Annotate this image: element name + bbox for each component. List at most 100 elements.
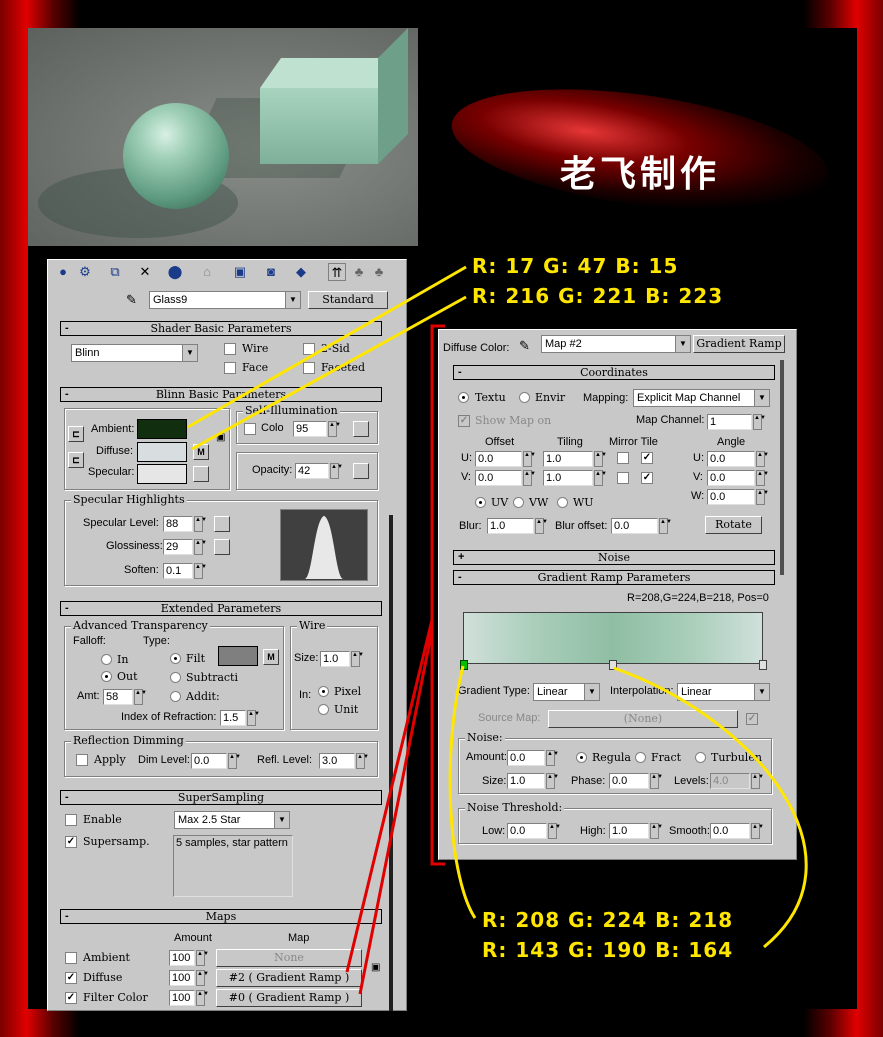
amount-value[interactable]: 58 [103, 689, 133, 705]
show-end-result-icon[interactable]: ◆ [292, 263, 310, 281]
type-filter-radio[interactable] [170, 653, 181, 664]
wire-size-value[interactable]: 1.0 [320, 651, 350, 667]
reset-icon[interactable]: ✕ [136, 263, 154, 281]
noise-amount-spinner[interactable]: ▲▼ [546, 750, 559, 766]
rotate-button[interactable]: Rotate [705, 516, 762, 534]
make-unique-icon[interactable]: ⬤ [166, 263, 184, 281]
material-type-button[interactable]: Standard [308, 291, 388, 309]
supersamp-checkbox[interactable]: ✓ [65, 836, 77, 848]
put-to-scene-icon[interactable]: ⚙ [76, 263, 94, 281]
maps-header[interactable]: - Maps [60, 909, 382, 924]
gradient-ramp-header[interactable]: - Gradient Ramp Parameters [453, 570, 775, 585]
glossiness-spinner[interactable]: ▲▼ [194, 539, 207, 555]
soften-value[interactable]: 0.1 [163, 563, 193, 579]
wire-size-spinner[interactable]: ▲▼ [351, 651, 364, 667]
map-row-spinner[interactable]: ▲▼ [196, 990, 209, 1006]
wire-pixels-radio[interactable] [318, 686, 329, 697]
noise-header[interactable]: + Noise [453, 550, 775, 565]
opacity-spinner[interactable]: ▲▼ [330, 463, 343, 479]
lock-diffuse-specular-button[interactable]: ⊏ [68, 452, 84, 468]
filter-color-swatch[interactable] [218, 646, 258, 666]
shader-dropdown[interactable]: Blinn ▼ [71, 344, 198, 362]
phase-value[interactable]: 0.0 [609, 773, 649, 789]
map-row-checkbox[interactable]: ✓ [65, 972, 77, 984]
diffuse-map-button[interactable]: M [193, 444, 209, 460]
ramp-flag-right[interactable] [759, 660, 767, 670]
texture-radio[interactable] [458, 392, 469, 403]
supersample-method-dropdown[interactable]: Max 2.5 Star ▼ [174, 811, 290, 829]
map-row-amount[interactable]: 100 [169, 950, 195, 966]
v-mirror-checkbox[interactable] [617, 472, 629, 484]
smooth-spinner[interactable]: ▲▼ [751, 823, 764, 839]
levels-value[interactable]: 4.0 [710, 773, 750, 789]
uv-radio[interactable] [475, 497, 486, 508]
soften-spinner[interactable]: ▲▼ [194, 563, 207, 579]
get-material-icon[interactable]: ● [54, 263, 72, 281]
gradient-type-dropdown[interactable]: Linear ▼ [533, 683, 600, 701]
smooth-value[interactable]: 0.0 [710, 823, 750, 839]
assign-icon[interactable]: ⧉ [106, 263, 124, 281]
falloff-out-radio[interactable] [101, 671, 112, 682]
v-offset-value[interactable]: 0.0 [475, 470, 522, 486]
self-illum-color-checkbox[interactable] [244, 423, 256, 435]
mapping-dropdown[interactable]: Explicit Map Channel ▼ [633, 389, 770, 407]
enable-checkbox[interactable] [65, 814, 77, 826]
face-map-checkbox[interactable] [224, 362, 236, 374]
low-value[interactable]: 0.0 [507, 823, 547, 839]
noise-size-spinner[interactable]: ▲▼ [546, 773, 559, 789]
fractal-radio[interactable] [635, 752, 646, 763]
ior-spinner[interactable]: ▲▼ [247, 710, 260, 726]
pick-map-icon[interactable]: ✎ [519, 338, 530, 354]
source-map-button[interactable]: (None) [548, 710, 738, 728]
dim-level-spinner[interactable]: ▲▼ [228, 753, 241, 769]
source-map-checkbox[interactable]: ✓ [746, 713, 758, 725]
map-row-amount[interactable]: 100 [169, 990, 195, 1006]
blinn-basic-header[interactable]: - Blinn Basic Parameters [60, 387, 382, 402]
map-row-amount[interactable]: 100 [169, 970, 195, 986]
interpolation-dropdown[interactable]: Linear ▼ [677, 683, 770, 701]
self-illum-value[interactable]: 95 [293, 421, 327, 437]
map-type-button[interactable]: Gradient Ramp [693, 335, 785, 353]
wu-radio[interactable] [557, 497, 568, 508]
glossiness-value[interactable]: 29 [163, 539, 193, 555]
dim-level-value[interactable]: 0.0 [191, 753, 227, 769]
type-additive-radio[interactable] [170, 691, 181, 702]
v-angle-value[interactable]: 0.0 [707, 470, 755, 486]
high-spinner[interactable]: ▲▼ [650, 823, 663, 839]
ramp-flag-left[interactable] [460, 660, 468, 670]
wire-checkbox[interactable] [224, 343, 236, 355]
material-name-dropdown[interactable]: Glass9 ▼ [149, 291, 301, 309]
map-row-button[interactable]: #2 ( Gradient Ramp ) [216, 969, 362, 987]
map-row-checkbox[interactable] [65, 952, 77, 964]
self-illum-map-button[interactable] [353, 421, 369, 437]
two-sided-checkbox[interactable] [303, 343, 315, 355]
ior-value[interactable]: 1.5 [220, 710, 246, 726]
map-channel-value[interactable]: 1 [707, 414, 752, 430]
specular-map-button[interactable] [193, 466, 209, 482]
self-illum-spinner[interactable]: ▲▼ [328, 421, 341, 437]
falloff-in-radio[interactable] [101, 654, 112, 665]
lock-icon[interactable]: ▣ [216, 432, 225, 443]
show-map-checkbox[interactable]: ✓ [458, 415, 470, 427]
turbulence-radio[interactable] [695, 752, 706, 763]
show-map-icon[interactable]: ◙ [262, 263, 280, 281]
lock-icon[interactable]: ▣ [371, 962, 380, 973]
filter-map-button[interactable]: M [263, 649, 279, 665]
scrollbar[interactable] [780, 360, 784, 575]
noise-amount-value[interactable]: 0.0 [507, 750, 545, 766]
u-tiling-spinner[interactable]: ▲▼ [594, 451, 607, 467]
pick-material-icon[interactable]: ✎ [126, 292, 137, 308]
glossiness-map-button[interactable] [214, 539, 230, 555]
shader-basic-header[interactable]: - Shader Basic Parameters [60, 321, 382, 336]
map-row-spinner[interactable]: ▲▼ [196, 970, 209, 986]
extended-params-header[interactable]: - Extended Parameters [60, 601, 382, 616]
amount-spinner[interactable]: ▲▼ [134, 689, 147, 705]
map-channel-spinner[interactable]: ▲▼ [753, 414, 766, 430]
specular-level-value[interactable]: 88 [163, 516, 193, 532]
blur-value[interactable]: 1.0 [487, 518, 534, 534]
v-tile-checkbox[interactable]: ✓ [641, 472, 653, 484]
blur-offset-value[interactable]: 0.0 [611, 518, 658, 534]
material-effects-icon[interactable]: ▣ [231, 263, 249, 281]
u-tile-checkbox[interactable]: ✓ [641, 452, 653, 464]
faceted-checkbox[interactable] [303, 362, 315, 374]
